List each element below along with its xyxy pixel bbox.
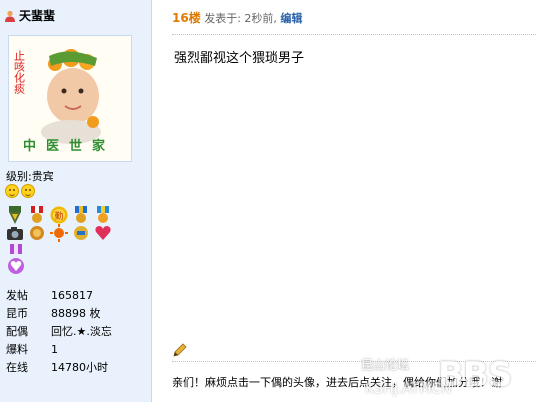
heart-icon[interactable]	[94, 224, 112, 242]
medal-icon[interactable]	[72, 206, 90, 224]
stat-value-spouse[interactable]: 回忆.★.淡忘	[51, 323, 112, 341]
level-label: 级别:	[6, 170, 32, 183]
user-stats: 发帖 165817 昆币 88898 枚 配偶 回忆.★.淡忘 爆料 1 在线 14780…	[6, 287, 112, 377]
medal-icon[interactable]	[28, 224, 46, 242]
avatar-caption-top: 止咳化痰	[13, 50, 26, 95]
watermark-url: KSHJ.ATMCN	[365, 381, 452, 397]
stat-row-spouse: 配偶 回忆.★.淡忘	[6, 323, 112, 341]
stat-row-posts: 发帖 165817	[6, 287, 112, 305]
medal-icon[interactable]	[28, 206, 46, 224]
stat-label: 爆料	[6, 343, 28, 356]
medal-icon[interactable]	[94, 206, 112, 224]
stat-label: 在线	[6, 361, 28, 374]
username[interactable]: 天蜚蜚	[4, 7, 55, 24]
sun-icon[interactable]	[50, 224, 68, 242]
header-divider	[172, 34, 536, 35]
smiley-icon	[21, 184, 35, 198]
stat-value: 88898 枚	[51, 307, 101, 320]
stat-label: 发帖	[6, 289, 28, 302]
user-icon	[5, 10, 15, 22]
post-time: 2秒前	[244, 12, 274, 25]
post-header: 16楼 发表于: 2秒前, 编辑	[172, 9, 302, 26]
user-sidebar: 天蜚蜚 止咳化痰 中医世家 级别:贵宾 勤 发帖 165817 昆币 88898…	[0, 0, 152, 402]
posted-label: 发表于:	[204, 12, 241, 25]
username-text: 天蜚蜚	[19, 9, 56, 23]
watermark-small: 昆山论坛	[361, 358, 410, 372]
medal-icon[interactable]	[6, 206, 24, 224]
avatar-image: 止咳化痰 中医世家	[9, 36, 131, 161]
level-icons	[5, 184, 35, 198]
post-main: 16楼 发表于: 2秒前, 编辑 强烈鄙视这个猥琐男子 亲们！麻烦点击一下偶的头…	[153, 0, 536, 402]
medal-icon[interactable]	[72, 224, 90, 242]
stat-label: 配偶	[6, 325, 28, 338]
stat-row-online: 在线 14780小时	[6, 359, 112, 377]
stat-value: 165817	[51, 289, 93, 302]
user-level: 级别:贵宾	[6, 168, 54, 184]
avatar[interactable]: 止咳化痰 中医世家	[8, 35, 132, 162]
stat-row-reports: 爆料 1	[6, 341, 112, 359]
pencil-icon	[173, 343, 187, 357]
smiley-icon	[5, 184, 19, 198]
separator: ,	[273, 12, 277, 25]
edit-link[interactable]: 编辑	[280, 12, 302, 25]
camera-icon[interactable]	[6, 224, 24, 242]
svg-text:勤: 勤	[54, 210, 63, 222]
post-content: 强烈鄙视这个猥琐男子	[174, 51, 305, 66]
stat-value: 14780小时	[51, 361, 108, 374]
stat-label: 昆币	[6, 307, 28, 320]
medal-icon[interactable]: 勤	[50, 206, 68, 224]
medal-icon[interactable]	[6, 244, 26, 280]
avatar-caption-bottom: 中医世家	[23, 138, 115, 154]
level-value: 贵宾	[31, 170, 54, 183]
stat-value: 1	[51, 343, 58, 356]
floor-number[interactable]: 16楼	[172, 11, 201, 25]
stat-row-coins: 昆币 88898 枚	[6, 305, 112, 323]
